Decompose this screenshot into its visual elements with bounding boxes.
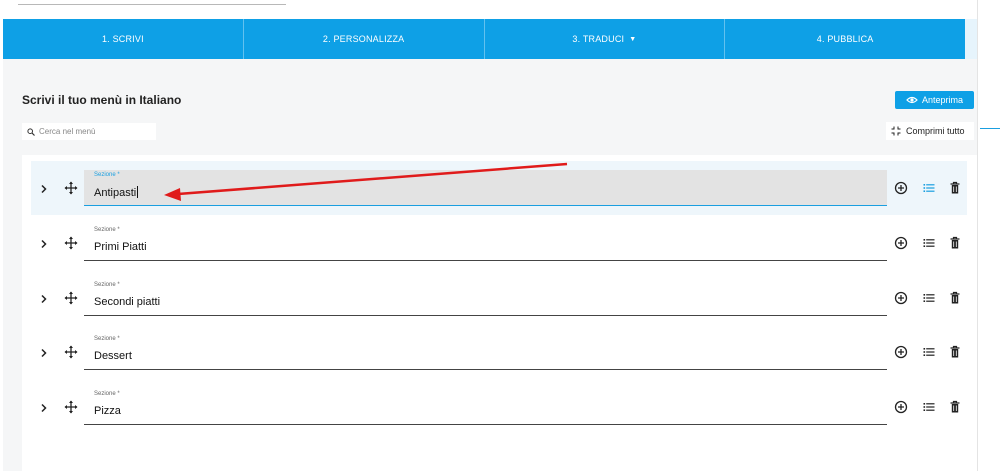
list-icon[interactable] (922, 181, 936, 195)
chevron-right-icon[interactable] (39, 348, 49, 358)
tab-traduci[interactable]: 3. TRADUCI ▼ (485, 19, 726, 59)
move-icon[interactable] (64, 400, 78, 414)
section-row: Sezione * Antipasti (31, 161, 967, 215)
add-circle-icon[interactable] (894, 236, 908, 250)
chevron-right-icon[interactable] (39, 403, 49, 413)
trash-icon[interactable] (948, 345, 962, 359)
tab-label: 2. PERSONALIZZA (322, 34, 405, 44)
trash-icon[interactable] (948, 400, 962, 414)
trash-icon[interactable] (948, 291, 962, 305)
caret-down-icon: ▼ (629, 35, 637, 43)
add-circle-icon[interactable] (894, 400, 908, 414)
chevron-right-icon[interactable] (39, 294, 49, 304)
field-label: Sezione * (94, 172, 120, 178)
chevron-right-icon[interactable] (39, 184, 49, 194)
move-icon[interactable] (64, 181, 78, 195)
eye-icon (906, 96, 918, 104)
field-value: Secondi piatti (94, 296, 161, 308)
collapse-label: Comprimi tutto (906, 126, 965, 136)
tab-bar-extension (965, 19, 977, 59)
search-input[interactable]: Cerca nel menù (22, 123, 156, 140)
field-label: Sezione * (94, 391, 120, 397)
field-value: Dessert (94, 350, 132, 362)
field-value: Primi Piatti (94, 241, 147, 253)
list-icon[interactable] (922, 291, 936, 305)
list-icon[interactable] (922, 345, 936, 359)
tab-label: 4. PUBBLICA (816, 34, 874, 44)
list-icon[interactable] (922, 400, 936, 414)
collapse-all-button[interactable]: Comprimi tutto (886, 122, 974, 140)
section-row: Sezione * Dessert (31, 325, 967, 379)
step-tabs: 1. SCRIVI 2. PERSONALIZZA 3. TRADUCI ▼ 4.… (3, 19, 965, 65)
move-icon[interactable] (64, 345, 78, 359)
tab-label: 1. SCRIVI (101, 34, 144, 44)
section-name-field[interactable]: Sezione * Primi Piatti (84, 225, 887, 261)
list-icon[interactable] (922, 236, 936, 250)
preview-button[interactable]: Anteprima (895, 91, 974, 109)
add-circle-icon[interactable] (894, 181, 908, 195)
right-accent-line (980, 128, 1000, 129)
search-icon (27, 127, 35, 136)
page-title: Scrivi il tuo menù in Italiano (22, 93, 182, 107)
field-value: Pizza (94, 405, 121, 417)
section-row: Sezione * Pizza (31, 380, 967, 434)
tab-personalizza[interactable]: 2. PERSONALIZZA (244, 19, 485, 59)
section-name-field[interactable]: Sezione * Antipasti (84, 170, 887, 206)
field-label: Sezione * (94, 227, 120, 233)
trash-icon[interactable] (948, 181, 962, 195)
tab-label: 3. TRADUCI (572, 34, 625, 44)
section-name-field[interactable]: Sezione * Dessert (84, 334, 887, 370)
move-icon[interactable] (64, 291, 78, 305)
add-circle-icon[interactable] (894, 345, 908, 359)
section-row: Sezione * Primi Piatti (31, 216, 967, 270)
section-list: Sezione * Antipasti Sezione * Primi Piat… (22, 155, 977, 471)
field-label: Sezione * (94, 336, 120, 342)
section-row: Sezione * Secondi piatti (31, 271, 967, 325)
field-text: Antipasti (94, 187, 137, 199)
top-divider (18, 4, 286, 5)
text-cursor (137, 186, 139, 198)
tab-pubblica[interactable]: 4. PUBBLICA (725, 19, 965, 59)
move-icon[interactable] (64, 236, 78, 250)
section-name-field[interactable]: Sezione * Secondi piatti (84, 280, 887, 316)
trash-icon[interactable] (948, 236, 962, 250)
chevron-right-icon[interactable] (39, 239, 49, 249)
add-circle-icon[interactable] (894, 291, 908, 305)
tab-scrivi[interactable]: 1. SCRIVI (3, 19, 244, 65)
right-border (977, 0, 978, 471)
section-name-field[interactable]: Sezione * Pizza (84, 389, 887, 425)
search-placeholder: Cerca nel menù (39, 127, 96, 136)
preview-label: Anteprima (921, 95, 964, 105)
collapse-icon (891, 126, 901, 136)
field-value: Antipasti (94, 186, 139, 199)
field-label: Sezione * (94, 282, 120, 288)
